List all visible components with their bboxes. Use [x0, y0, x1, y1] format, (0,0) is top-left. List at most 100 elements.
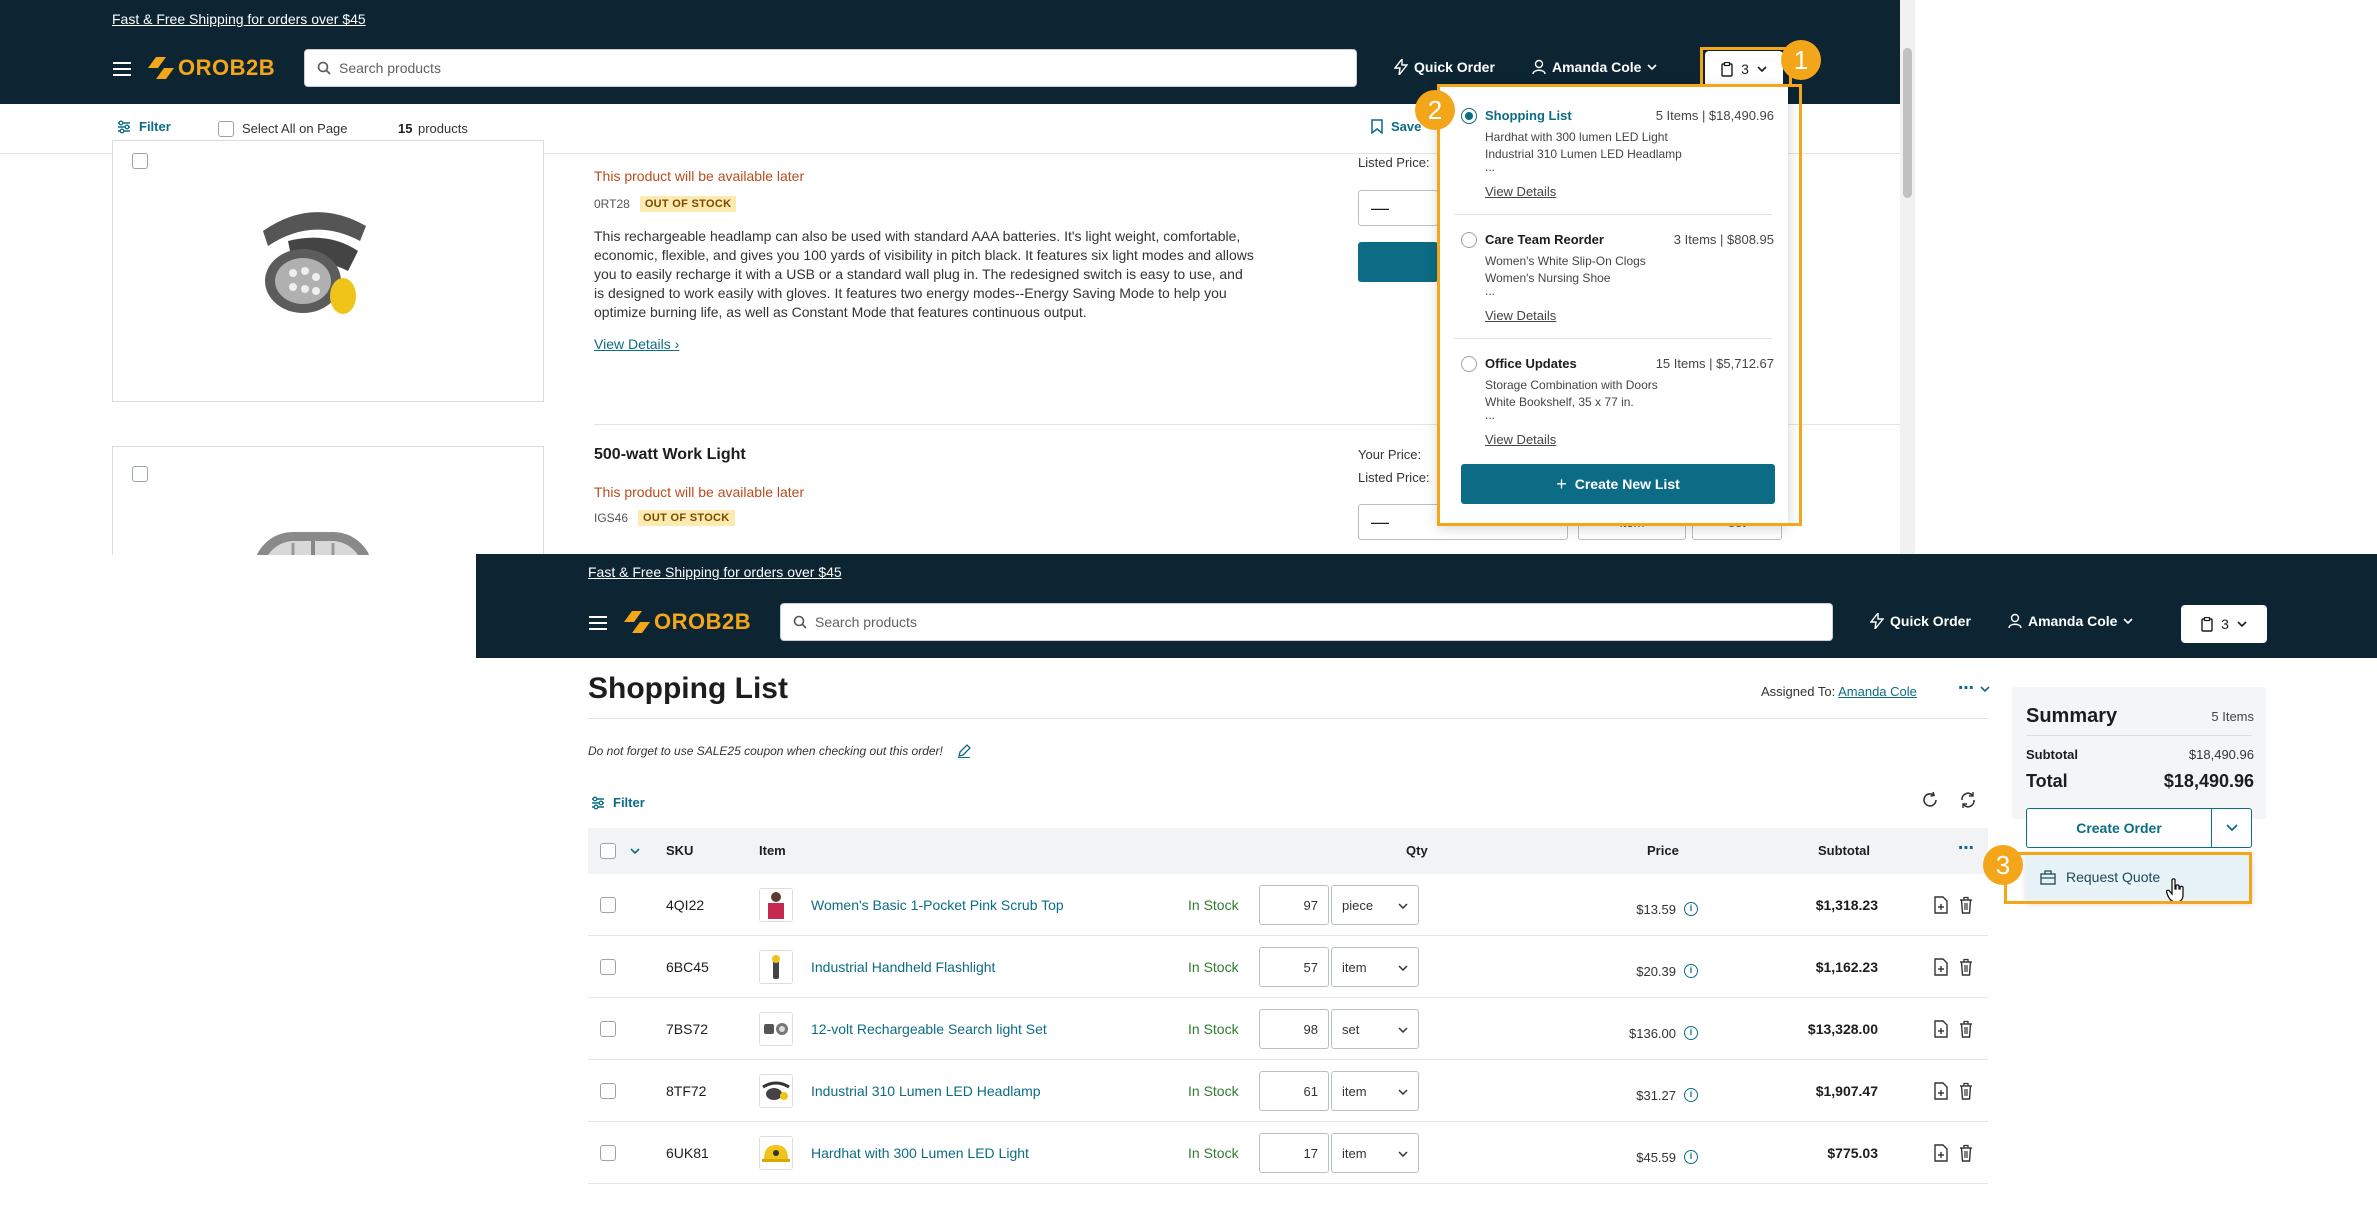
add-note-icon[interactable]: [1934, 958, 1948, 976]
info-icon[interactable]: i: [1684, 964, 1698, 978]
product-name-link[interactable]: Industrial Handheld Flashlight: [811, 959, 995, 975]
scrollbar-thumb[interactable]: [1903, 48, 1912, 198]
user-menu[interactable]: Amanda Cole: [1532, 59, 1658, 75]
column-header-qty[interactable]: Qty: [1406, 843, 1428, 858]
create-order-button[interactable]: Create Order: [2026, 808, 2212, 848]
product-name-link[interactable]: 12-volt Rechargeable Search light Set: [811, 1021, 1047, 1037]
user-menu[interactable]: Amanda Cole: [2008, 613, 2134, 629]
add-note-icon[interactable]: [1934, 1020, 1948, 1038]
list-radio[interactable]: [1461, 232, 1477, 248]
assigned-to-user-link[interactable]: Amanda Cole: [1838, 684, 1917, 699]
row-checkbox[interactable]: [600, 1145, 616, 1161]
info-icon[interactable]: i: [1684, 1150, 1698, 1164]
trash-icon[interactable]: [1959, 1082, 1973, 1100]
product-thumbnail[interactable]: [759, 1074, 793, 1108]
more-actions-menu[interactable]: ⋯: [1958, 678, 1991, 698]
reset-columns-icon[interactable]: [1959, 791, 1977, 809]
search-icon: [317, 61, 331, 75]
orob2b-logo[interactable]: OROB2B: [148, 55, 275, 81]
unit-select[interactable]: piece: [1331, 885, 1419, 925]
product-name-link[interactable]: Industrial 310 Lumen LED Headlamp: [811, 1083, 1041, 1099]
product-thumbnail[interactable]: [759, 888, 793, 922]
product-name-link[interactable]: Women's Basic 1-Pocket Pink Scrub Top: [811, 897, 1064, 913]
quantity-stepper[interactable]: —: [1358, 190, 1438, 226]
quantity-input[interactable]: 98: [1259, 1009, 1329, 1049]
unit-select[interactable]: item: [1331, 1133, 1419, 1173]
info-icon[interactable]: i: [1684, 1088, 1698, 1102]
trash-icon[interactable]: [1959, 896, 1973, 914]
unit-select[interactable]: item: [1331, 1071, 1419, 1111]
product-thumbnail[interactable]: [759, 950, 793, 984]
product-image-card[interactable]: [112, 140, 544, 402]
quick-order-link[interactable]: Quick Order: [1870, 613, 1971, 629]
column-header-sku[interactable]: SKU: [666, 843, 693, 858]
column-header-price[interactable]: Price: [1647, 843, 1679, 858]
product-image-card[interactable]: [112, 446, 544, 555]
search-input[interactable]: Search products: [780, 603, 1833, 641]
shipping-banner-link[interactable]: Fast & Free Shipping for orders over $45: [588, 564, 842, 580]
add-to-list-button[interactable]: [1358, 242, 1438, 282]
select-all-checkbox[interactable]: [600, 843, 616, 859]
row-checkbox[interactable]: [600, 959, 616, 975]
quantity-input[interactable]: 57: [1259, 947, 1329, 987]
add-note-icon[interactable]: [1934, 1144, 1948, 1162]
list-more: ...: [1485, 408, 1496, 422]
hamburger-menu-icon[interactable]: [113, 62, 131, 76]
add-note-icon[interactable]: [1934, 1082, 1948, 1100]
create-new-list-button[interactable]: + Create New List: [1461, 464, 1775, 504]
request-quote-menu-item[interactable]: Request Quote: [2026, 852, 2252, 902]
shipping-banner-link[interactable]: Fast & Free Shipping for orders over $45: [112, 11, 366, 27]
trash-icon[interactable]: [1959, 1144, 1973, 1162]
quantity-input[interactable]: 17: [1259, 1133, 1329, 1173]
search-input[interactable]: Search products: [304, 49, 1357, 87]
hamburger-menu-icon[interactable]: [589, 616, 607, 630]
create-order-dropdown-toggle[interactable]: [2212, 808, 2252, 848]
quick-order-link[interactable]: Quick Order: [1394, 59, 1495, 75]
refresh-icon[interactable]: [1921, 791, 1939, 809]
minus-icon[interactable]: —: [1371, 198, 1389, 219]
chevron-down-icon[interactable]: [630, 848, 640, 854]
product-name-link[interactable]: Hardhat with 300 Lumen LED Light: [811, 1145, 1029, 1161]
view-details-link[interactable]: View Details ›: [594, 336, 679, 352]
add-note-icon[interactable]: [1934, 896, 1948, 914]
quantity-input[interactable]: 97: [1259, 885, 1329, 925]
row-checkbox[interactable]: [600, 1021, 616, 1037]
info-icon[interactable]: i: [1684, 902, 1698, 916]
list-radio[interactable]: [1461, 108, 1477, 124]
view-details-link[interactable]: View Details: [1485, 308, 1556, 323]
trash-icon[interactable]: [1959, 958, 1973, 976]
filter-button[interactable]: Filter: [591, 795, 645, 810]
view-details-link[interactable]: View Details: [1485, 184, 1556, 199]
user-icon: [1532, 59, 1546, 75]
flashlight-image: [772, 955, 780, 979]
trash-icon[interactable]: [1959, 1020, 1973, 1038]
filter-sliders-icon: [118, 120, 130, 133]
office-updates-option[interactable]: Office Updates 15 Items | $5,712.67 Stor…: [1438, 332, 1788, 456]
row-checkbox[interactable]: [600, 897, 616, 913]
shopping-list-option[interactable]: Shopping List 5 Items | $18,490.96 Hardh…: [1438, 84, 1788, 208]
edit-pencil-icon[interactable]: [957, 744, 971, 758]
quantity-input[interactable]: 61: [1259, 1071, 1329, 1111]
list-radio[interactable]: [1461, 356, 1477, 372]
care-team-reorder-option[interactable]: Care Team Reorder 3 Items | $808.95 Wome…: [1438, 208, 1788, 332]
unit-select[interactable]: item: [1331, 947, 1419, 987]
column-header-item[interactable]: Item: [759, 843, 786, 858]
product-thumbnail[interactable]: [759, 1012, 793, 1046]
product-thumbnail[interactable]: [759, 1136, 793, 1170]
row-checkbox[interactable]: [600, 1083, 616, 1099]
column-header-subtotal[interactable]: Subtotal: [1818, 843, 1870, 858]
table-options-menu[interactable]: ⋯: [1958, 838, 1974, 858]
unit-select[interactable]: set: [1331, 1009, 1419, 1049]
minus-icon[interactable]: —: [1371, 512, 1389, 533]
shopping-list-button[interactable]: 3: [2181, 605, 2267, 643]
view-details-link[interactable]: View Details: [1485, 432, 1556, 447]
product-select-checkbox[interactable]: [132, 466, 148, 482]
scrollbar[interactable]: [1900, 0, 1915, 555]
orob2b-logo[interactable]: OROB2B: [624, 609, 751, 635]
select-all-checkbox[interactable]: [218, 121, 234, 137]
product-select-checkbox[interactable]: [132, 153, 148, 169]
filter-button[interactable]: Filter: [117, 119, 171, 134]
info-icon[interactable]: i: [1684, 1026, 1698, 1040]
save-button[interactable]: Save: [1371, 119, 1421, 134]
shopping-list-button[interactable]: 3: [1705, 51, 1783, 87]
